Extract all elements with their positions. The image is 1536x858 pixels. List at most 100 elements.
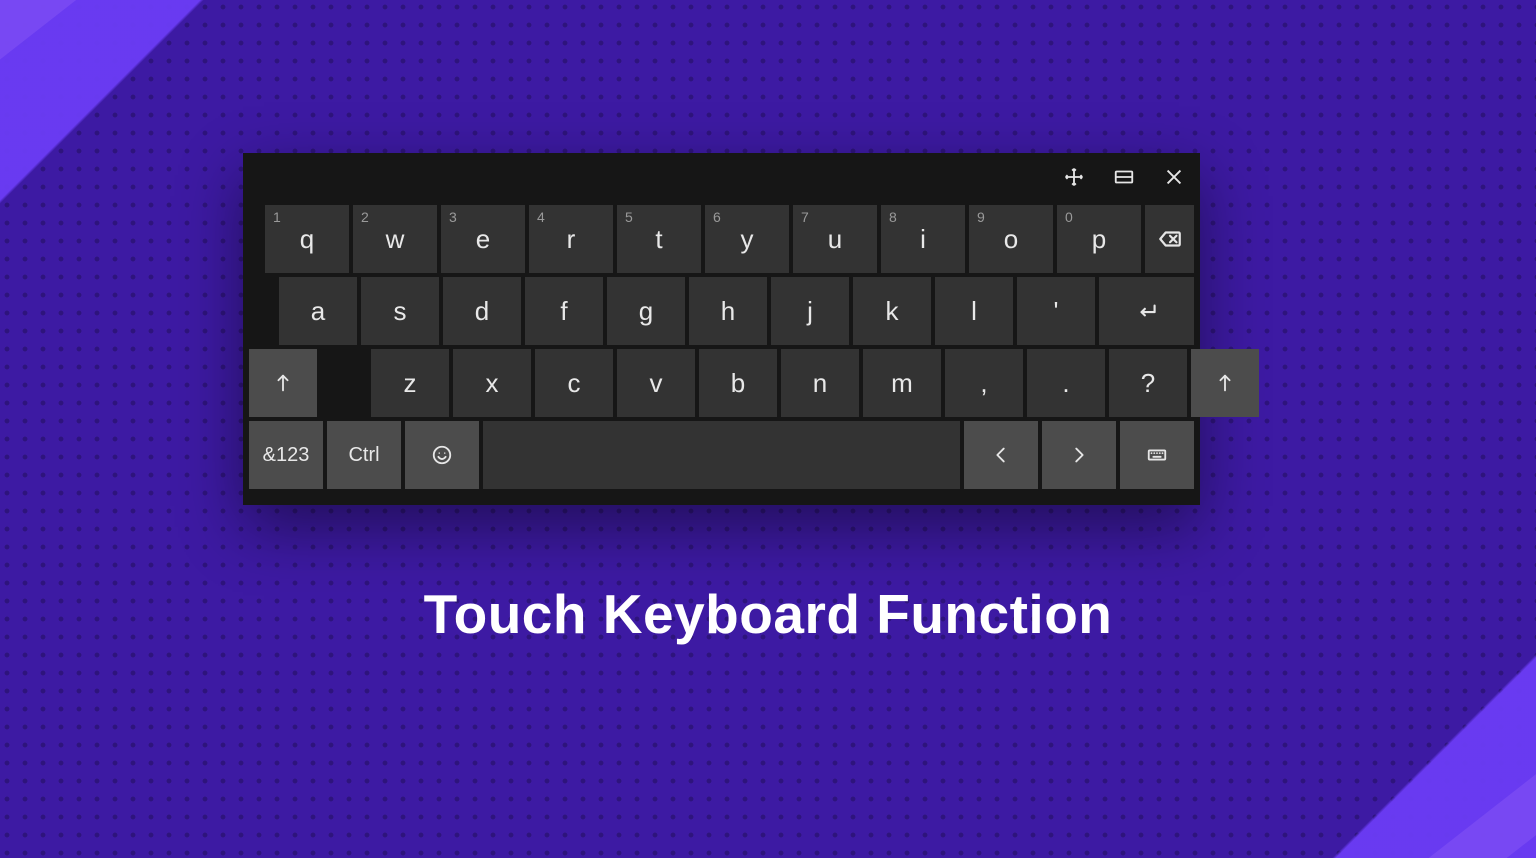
keyboard-row-3: z x c v b n m , . ? — [249, 349, 1194, 417]
chevron-left-icon — [990, 444, 1012, 466]
key-z[interactable]: z — [371, 349, 449, 417]
key-i[interactable]: 8i — [881, 205, 965, 273]
key-sup: 8 — [889, 209, 897, 225]
shift-icon — [272, 372, 294, 394]
key-e[interactable]: 3e — [441, 205, 525, 273]
key-symbols[interactable]: &123 — [249, 421, 323, 489]
key-n[interactable]: n — [781, 349, 859, 417]
key-label: j — [807, 296, 813, 327]
chevron-right-icon — [1068, 444, 1090, 466]
key-label: i — [920, 224, 926, 255]
keyboard-row-1: 1q 2w 3e 4r 5t 6y 7u 8i 9o 0p — [249, 205, 1194, 273]
key-b[interactable]: b — [699, 349, 777, 417]
keyboard-grid: 1q 2w 3e 4r 5t 6y 7u 8i 9o 0p — [243, 201, 1200, 495]
key-x[interactable]: x — [453, 349, 531, 417]
caption: Touch Keyboard Function — [0, 582, 1536, 646]
key-v[interactable]: v — [617, 349, 695, 417]
key-t[interactable]: 5t — [617, 205, 701, 273]
key-w[interactable]: 2w — [353, 205, 437, 273]
key-apostrophe[interactable]: ' — [1017, 277, 1095, 345]
key-label: r — [567, 224, 576, 255]
key-label: b — [731, 368, 745, 399]
layout-mode-button[interactable] — [1110, 163, 1138, 191]
key-c[interactable]: c — [535, 349, 613, 417]
key-emoji[interactable] — [405, 421, 479, 489]
key-label: p — [1092, 224, 1106, 255]
close-button[interactable] — [1160, 163, 1188, 191]
key-sup: 3 — [449, 209, 457, 225]
key-sup: 5 — [625, 209, 633, 225]
key-label: u — [828, 224, 842, 255]
key-label: g — [639, 296, 653, 327]
key-sup: 1 — [273, 209, 281, 225]
key-sup: 6 — [713, 209, 721, 225]
key-s[interactable]: s — [361, 277, 439, 345]
key-period[interactable]: . — [1027, 349, 1105, 417]
key-keyboard-mode[interactable] — [1120, 421, 1194, 489]
key-sup: 0 — [1065, 209, 1073, 225]
keyboard-row-2: a s d f g h j k l ' — [249, 277, 1194, 345]
key-sup: 9 — [977, 209, 985, 225]
key-label: n — [813, 368, 827, 399]
key-d[interactable]: d — [443, 277, 521, 345]
key-sup: 7 — [801, 209, 809, 225]
key-g[interactable]: g — [607, 277, 685, 345]
key-label: ' — [1054, 296, 1059, 327]
key-label: . — [1062, 368, 1069, 399]
key-ctrl[interactable]: Ctrl — [327, 421, 401, 489]
key-backspace[interactable] — [1145, 205, 1194, 273]
row2-indent — [249, 277, 275, 345]
key-space[interactable] — [483, 421, 960, 489]
key-enter[interactable] — [1099, 277, 1194, 345]
key-y[interactable]: 6y — [705, 205, 789, 273]
touch-keyboard-window: 1q 2w 3e 4r 5t 6y 7u 8i 9o 0p — [243, 153, 1200, 505]
key-o[interactable]: 9o — [969, 205, 1053, 273]
key-arrow-left[interactable] — [964, 421, 1038, 489]
move-handle-button[interactable] — [1060, 163, 1088, 191]
key-question[interactable]: ? — [1109, 349, 1187, 417]
key-label: a — [311, 296, 325, 327]
key-label: w — [386, 224, 405, 255]
key-label: e — [476, 224, 490, 255]
keyboard-titlebar — [243, 153, 1200, 201]
key-label: Ctrl — [348, 444, 379, 467]
key-comma[interactable]: , — [945, 349, 1023, 417]
key-label: k — [886, 296, 899, 327]
key-label: l — [971, 296, 977, 327]
key-q[interactable]: 1q — [265, 205, 349, 273]
key-p[interactable]: 0p — [1057, 205, 1141, 273]
key-u[interactable]: 7u — [793, 205, 877, 273]
enter-icon — [1134, 298, 1160, 324]
key-label: , — [980, 368, 987, 399]
key-label: f — [560, 296, 567, 327]
key-label: q — [300, 224, 314, 255]
key-label: ? — [1141, 368, 1155, 399]
key-shift-left[interactable] — [249, 349, 317, 417]
key-sup: 4 — [537, 209, 545, 225]
keyboard-mode-icon — [1146, 444, 1168, 466]
key-h[interactable]: h — [689, 277, 767, 345]
key-k[interactable]: k — [853, 277, 931, 345]
row3-gap — [321, 349, 367, 417]
close-icon — [1163, 166, 1185, 188]
key-j[interactable]: j — [771, 277, 849, 345]
emoji-icon — [431, 444, 453, 466]
backspace-icon — [1157, 226, 1183, 252]
key-a[interactable]: a — [279, 277, 357, 345]
key-shift-right[interactable] — [1191, 349, 1259, 417]
key-arrow-right[interactable] — [1042, 421, 1116, 489]
key-label: d — [475, 296, 489, 327]
key-m[interactable]: m — [863, 349, 941, 417]
key-label: h — [721, 296, 735, 327]
key-f[interactable]: f — [525, 277, 603, 345]
key-label: x — [486, 368, 499, 399]
key-l[interactable]: l — [935, 277, 1013, 345]
key-label: s — [394, 296, 407, 327]
layout-icon — [1113, 166, 1135, 188]
stage: 1q 2w 3e 4r 5t 6y 7u 8i 9o 0p — [0, 0, 1536, 858]
key-r[interactable]: 4r — [529, 205, 613, 273]
key-label: &123 — [263, 444, 310, 467]
shift-icon — [1214, 372, 1236, 394]
key-label: v — [650, 368, 663, 399]
row1-indent — [249, 205, 261, 273]
